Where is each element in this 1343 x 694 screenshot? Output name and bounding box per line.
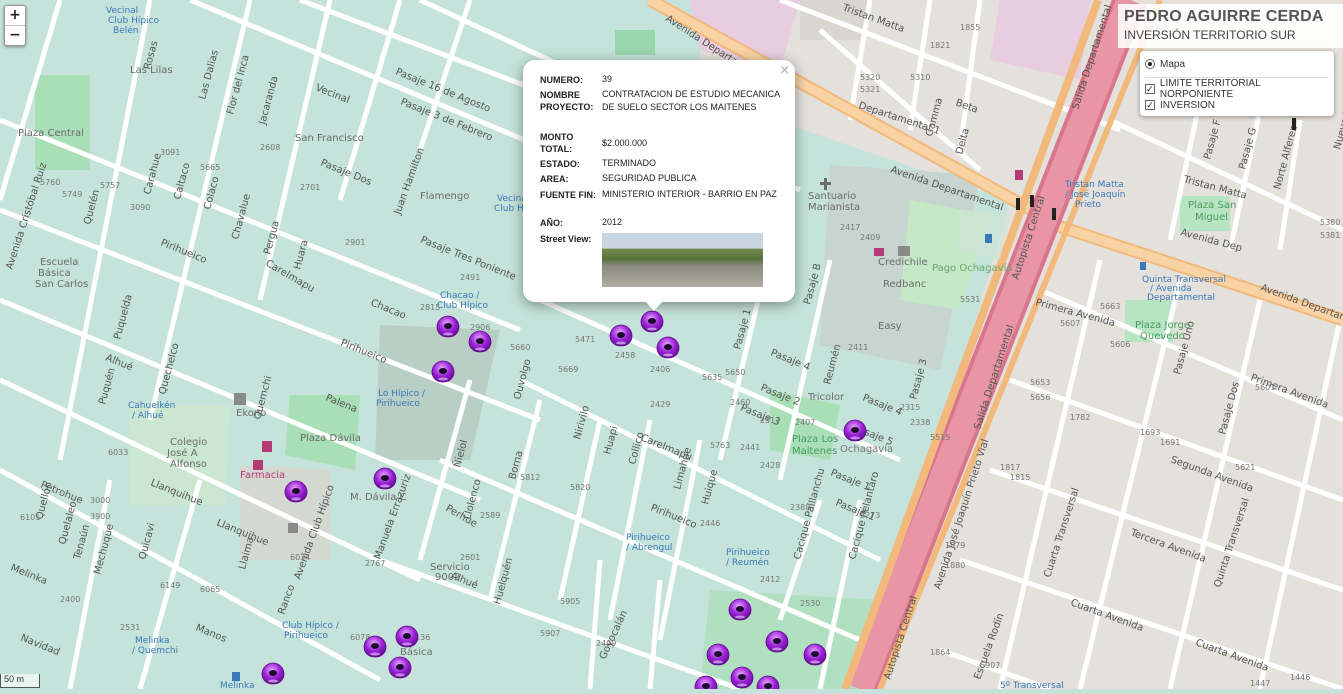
popup-value-numero: 39: [602, 74, 613, 84]
scale-bar: 50 m: [0, 674, 40, 688]
inversion-marker[interactable]: [656, 336, 680, 359]
popup-tip: [645, 301, 663, 311]
inversion-marker[interactable]: [706, 643, 730, 666]
popup-value-anio: 2012: [602, 217, 623, 227]
map-title: PEDRO AGUIRRE CERDA: [1124, 8, 1324, 25]
popup-value-monto: $2.000.000: [602, 138, 648, 148]
popup-label-anio: AÑO:: [540, 218, 563, 228]
radio-selected-icon[interactable]: [1145, 59, 1155, 69]
overlay-limite-label: LIMITE TERRITORIAL NORPONIENTE: [1159, 78, 1261, 100]
inversion-marker[interactable]: [468, 330, 492, 353]
project-popup: × NUMERO: 39 NOMBRE PROYECTO: CONTRATACI…: [523, 60, 795, 311]
inversion-marker[interactable]: [431, 360, 455, 383]
popup-label-area: AREA:: [540, 174, 569, 184]
checkbox-checked-icon[interactable]: ✓: [1145, 84, 1155, 94]
inversion-marker[interactable]: [694, 675, 718, 689]
inversion-marker[interactable]: [284, 480, 308, 503]
inversion-marker[interactable]: [728, 598, 752, 621]
inversion-marker[interactable]: [609, 324, 633, 347]
checkbox-checked-icon[interactable]: ✓: [1145, 100, 1155, 110]
inversion-marker[interactable]: [803, 643, 827, 666]
popup-label-streetview: Street View:: [540, 234, 592, 244]
inversion-marker[interactable]: [436, 315, 460, 338]
inversion-marker[interactable]: [388, 656, 412, 679]
map-subtitle: INVERSIÓN TERRITORIO SUR: [1124, 28, 1296, 42]
layer-control: Mapa ✓ LIMITE TERRITORIAL NORPONIENTE ✓ …: [1140, 51, 1334, 116]
popup-label-nombre: NOMBRE PROYECTO:: [540, 90, 594, 112]
inversion-marker[interactable]: [363, 635, 387, 658]
base-layer-label: Mapa: [1160, 58, 1186, 70]
inversion-marker-selected[interactable]: [640, 310, 664, 333]
base-layer-option[interactable]: Mapa: [1145, 57, 1185, 71]
inversion-marker[interactable]: [395, 625, 419, 648]
inversion-marker[interactable]: [843, 419, 867, 442]
marker-group[interactable]: [261, 310, 867, 689]
popup-label-monto: MONTO TOTAL:: [540, 132, 574, 154]
popup-value-area: SEGURIDAD PUBLICA: [602, 173, 697, 183]
inversion-marker[interactable]: [756, 675, 780, 689]
popup-label-numero: NUMERO:: [540, 75, 583, 85]
popup-value-fuente: MINISTERIO INTERIOR - BARRIO EN PAZ: [602, 189, 777, 199]
inversion-marker[interactable]: [373, 467, 397, 490]
inversion-marker[interactable]: [261, 662, 285, 685]
popup-value-nombre: CONTRATACION DE ESTUDIO MECANICA DE SUEL…: [602, 89, 780, 112]
overlay-limite-option[interactable]: ✓ LIMITE TERRITORIAL NORPONIENTE: [1145, 78, 1334, 100]
zoom-in-button[interactable]: +: [5, 6, 25, 25]
popup-value-estado: TERMINADO: [602, 158, 656, 168]
street-view-thumbnail[interactable]: [602, 233, 763, 287]
popup-label-fuente: FUENTE FIN:: [540, 190, 596, 200]
overlay-inversion-option[interactable]: ✓ INVERSION: [1145, 98, 1215, 112]
popup-label-estado: ESTADO:: [540, 159, 580, 169]
inversion-marker[interactable]: [765, 630, 789, 653]
zoom-out-button[interactable]: −: [5, 25, 25, 45]
map-title-box: PEDRO AGUIRRE CERDA INVERSIÓN TERRITORIO…: [1118, 4, 1343, 48]
zoom-control: + −: [4, 5, 26, 46]
overlay-inversion-label: INVERSION: [1160, 99, 1216, 111]
inversion-marker[interactable]: [730, 666, 754, 689]
